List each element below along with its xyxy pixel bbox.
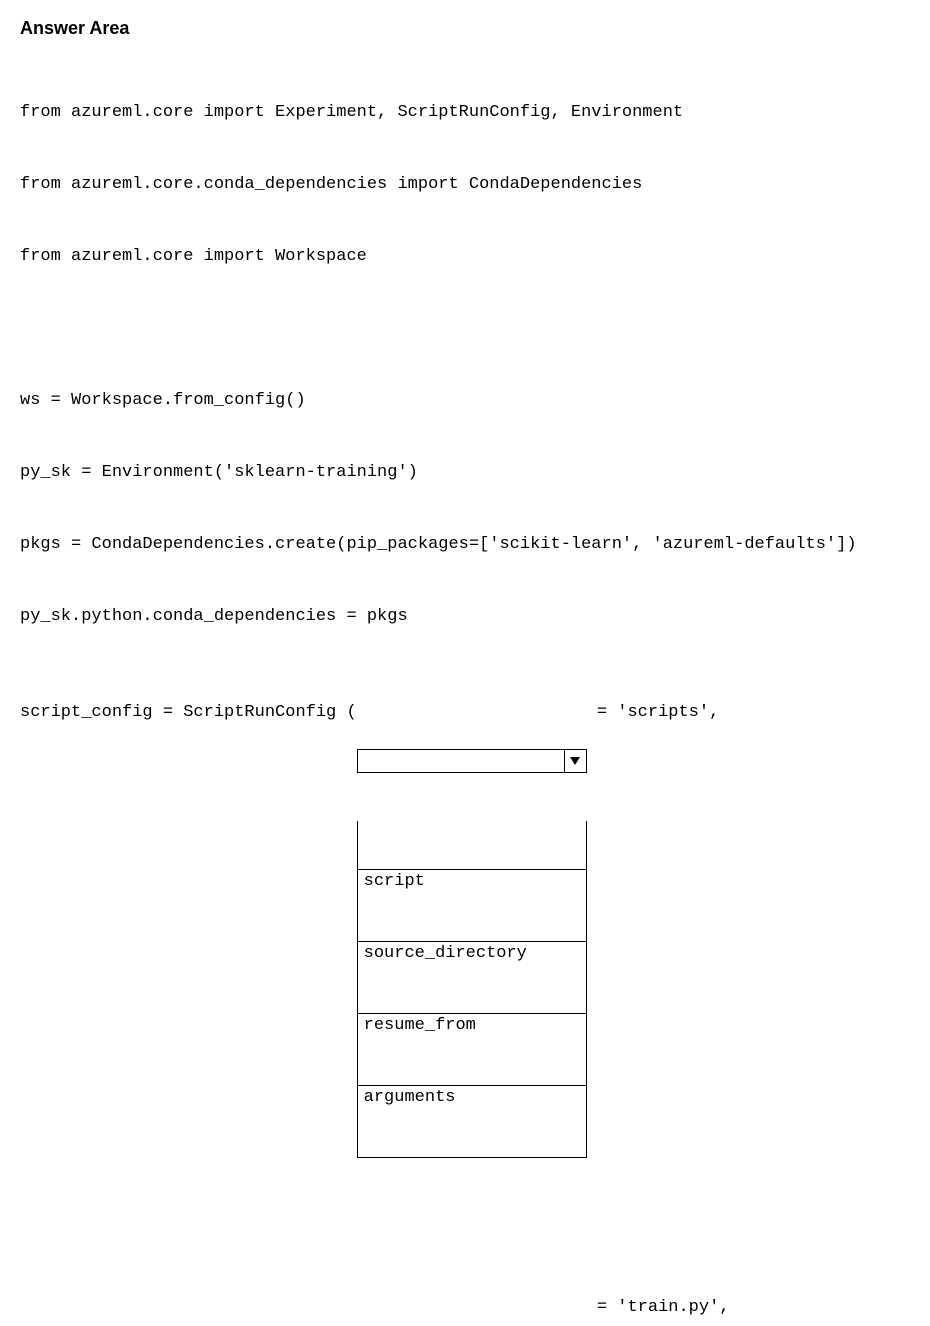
- dropdown-option[interactable]: source_directory: [358, 941, 586, 965]
- blank-line: [20, 317, 910, 341]
- code-prefix-spacer: [20, 1296, 357, 1320]
- dropdown-1-options: script source_directory resume_from argu…: [357, 821, 587, 1158]
- dropdown-option[interactable]: resume_from: [358, 1013, 586, 1037]
- code-suffix: = 'scripts',: [587, 701, 720, 725]
- dropdown-option[interactable]: script: [358, 869, 586, 893]
- answer-area-title: Answer Area: [20, 18, 910, 39]
- dropdown-1[interactable]: [357, 749, 587, 773]
- dropdown-1-value: [358, 750, 564, 772]
- chevron-down-icon: [564, 750, 586, 772]
- dropdown-line-1: script_config = ScriptRunConfig ( script…: [20, 701, 910, 1206]
- code-line: ws = Workspace.from_config(): [20, 389, 910, 413]
- code-suffix: = 'train.py',: [587, 1296, 730, 1320]
- code-line: py_sk.python.conda_dependencies = pkgs: [20, 605, 910, 629]
- code-line: py_sk = Environment('sklearn-training'): [20, 461, 910, 485]
- code-line: from azureml.core.conda_dependencies imp…: [20, 173, 910, 197]
- code-line: pkgs = CondaDependencies.create(pip_pack…: [20, 533, 910, 557]
- code-line: from azureml.core import Workspace: [20, 245, 910, 269]
- dropdown-option[interactable]: arguments: [358, 1085, 586, 1109]
- code-prefix: script_config = ScriptRunConfig (: [20, 701, 357, 725]
- code-line: from azureml.core import Experiment, Scr…: [20, 101, 910, 125]
- dropdown-line-2: script arguments environment compute_tar…: [20, 1296, 910, 1326]
- code-block: from azureml.core import Experiment, Scr…: [20, 53, 910, 1326]
